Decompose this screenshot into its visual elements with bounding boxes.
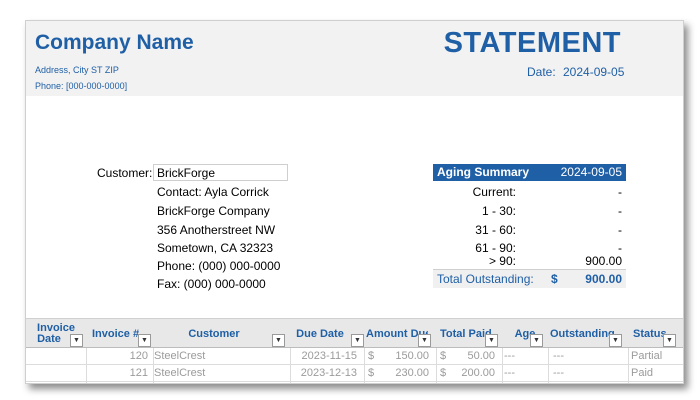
customer-select[interactable]: BrickForge	[153, 164, 288, 181]
cell-total-paid[interactable]: 50.00	[467, 350, 495, 362]
aging-row-31-60: 31 - 60: -	[433, 223, 626, 241]
cell-total-paid[interactable]: 200.00	[461, 367, 495, 379]
customer-fax: Fax: (000) 000-0000	[157, 277, 266, 291]
aging-row-value: 900.00	[585, 254, 622, 268]
cell-invoice-num[interactable]: 120	[130, 350, 148, 362]
total-outstanding-label: Total Outstanding:	[437, 272, 534, 286]
col-due-date-label: Due Date	[296, 327, 344, 340]
filter-amount-due-button[interactable]: ▼	[418, 334, 431, 347]
aging-row-value: -	[618, 241, 622, 255]
cell-due-date[interactable]: 2023-12-13	[301, 367, 357, 379]
filter-total-paid-button[interactable]: ▼	[485, 334, 498, 347]
cell-customer[interactable]: SteelCrest	[154, 367, 205, 379]
aging-row-label: 1 - 30:	[481, 204, 516, 218]
customer-phone: Phone: (000) 000-0000	[157, 259, 281, 273]
filter-status-button[interactable]: ▼	[663, 334, 676, 347]
col-status-label: Status	[633, 327, 667, 340]
filter-customer-button[interactable]: ▼	[272, 334, 285, 347]
cell-amount-due[interactable]: 150.00	[395, 350, 429, 362]
aging-row-value: -	[618, 204, 622, 218]
col-invoice-date-label-line2: Date	[37, 333, 61, 345]
col-due-date-header: Due Date	[290, 319, 350, 349]
date-value[interactable]: 2024-09-05	[563, 65, 624, 79]
customer-company: BrickForge Company	[157, 204, 270, 218]
cell-status[interactable]: Paid	[631, 367, 653, 379]
cell-outstanding[interactable]: ---	[553, 367, 564, 379]
filter-outstanding-button[interactable]: ▼	[609, 334, 622, 347]
filter-due-date-button[interactable]: ▼	[351, 334, 364, 347]
invoice-table-header: Invoice Date ▼ Invoice # ▼ Customer ▼ Du…	[26, 318, 683, 348]
aging-row-1-30: 1 - 30: -	[433, 204, 626, 222]
aging-row-label: 31 - 60:	[475, 223, 516, 237]
aging-summary-title: Aging Summary	[437, 165, 530, 179]
cell-status[interactable]: Partial	[631, 350, 662, 362]
company-address[interactable]: Address, City ST ZIP	[35, 65, 119, 75]
cell-age[interactable]: ---	[504, 367, 515, 379]
aging-row-current: Current: -	[433, 185, 626, 203]
aging-row-value: -	[618, 223, 622, 237]
cell-amount-due[interactable]: 230.00	[395, 367, 429, 379]
aging-summary-date: 2024-09-05	[560, 165, 622, 179]
col-invoice-num-label: Invoice #	[92, 327, 140, 340]
total-outstanding-value: 900.00	[585, 272, 622, 286]
total-outstanding-currency: $	[551, 272, 558, 286]
cell-paid-currency: $	[440, 350, 447, 362]
total-outstanding-row: Total Outstanding: $ 900.00	[433, 269, 626, 288]
aging-row-label: 61 - 90:	[475, 241, 516, 255]
customer-street: 356 Anotherstreet NW	[157, 223, 276, 237]
cell-customer[interactable]: SteelCrest	[154, 350, 205, 362]
aging-row-value: -	[618, 185, 622, 199]
col-invoice-num-header: Invoice #	[92, 319, 144, 349]
customer-label: Customer:	[97, 166, 153, 180]
aging-summary-header: Aging Summary 2024-09-05	[433, 164, 626, 181]
date-label: Date:	[527, 65, 556, 79]
col-outstanding-label: Outstanding	[550, 327, 615, 340]
company-name[interactable]: Company Name	[35, 31, 194, 55]
table-row[interactable]: 120 SteelCrest 2023-11-15 $ 150.00 $ 50.…	[26, 348, 683, 365]
filter-invoice-num-button[interactable]: ▼	[138, 334, 151, 347]
table-row[interactable]: 121 SteelCrest 2023-12-13 $ 230.00 $ 200…	[26, 365, 683, 382]
cell-outstanding[interactable]: ---	[553, 350, 564, 362]
cell-age[interactable]: ---	[504, 350, 515, 362]
filter-age-button[interactable]: ▼	[530, 334, 543, 347]
col-customer-label: Customer	[188, 327, 240, 340]
statement-sheet: Company Name Address, City ST ZIP Phone:…	[25, 20, 684, 384]
col-customer-header: Customer	[154, 319, 274, 349]
customer-city: Sometown, CA 32323	[157, 241, 274, 255]
cell-amount-currency: $	[368, 350, 375, 362]
aging-row-label: > 90:	[488, 254, 516, 268]
aging-row-label: Current:	[472, 185, 516, 199]
statement-title: STATEMENT	[443, 27, 621, 59]
customer-contact: Contact: Ayla Corrick	[157, 185, 269, 199]
cell-invoice-num[interactable]: 121	[130, 367, 148, 379]
cell-amount-currency: $	[368, 367, 375, 379]
col-total-paid-label: Total Paid	[440, 327, 492, 340]
filter-invoice-date-button[interactable]: ▼	[70, 334, 83, 347]
company-phone[interactable]: Phone: [000-000-0000]	[35, 81, 127, 91]
cell-due-date[interactable]: 2023-11-15	[302, 350, 357, 362]
cell-paid-currency: $	[440, 367, 447, 379]
